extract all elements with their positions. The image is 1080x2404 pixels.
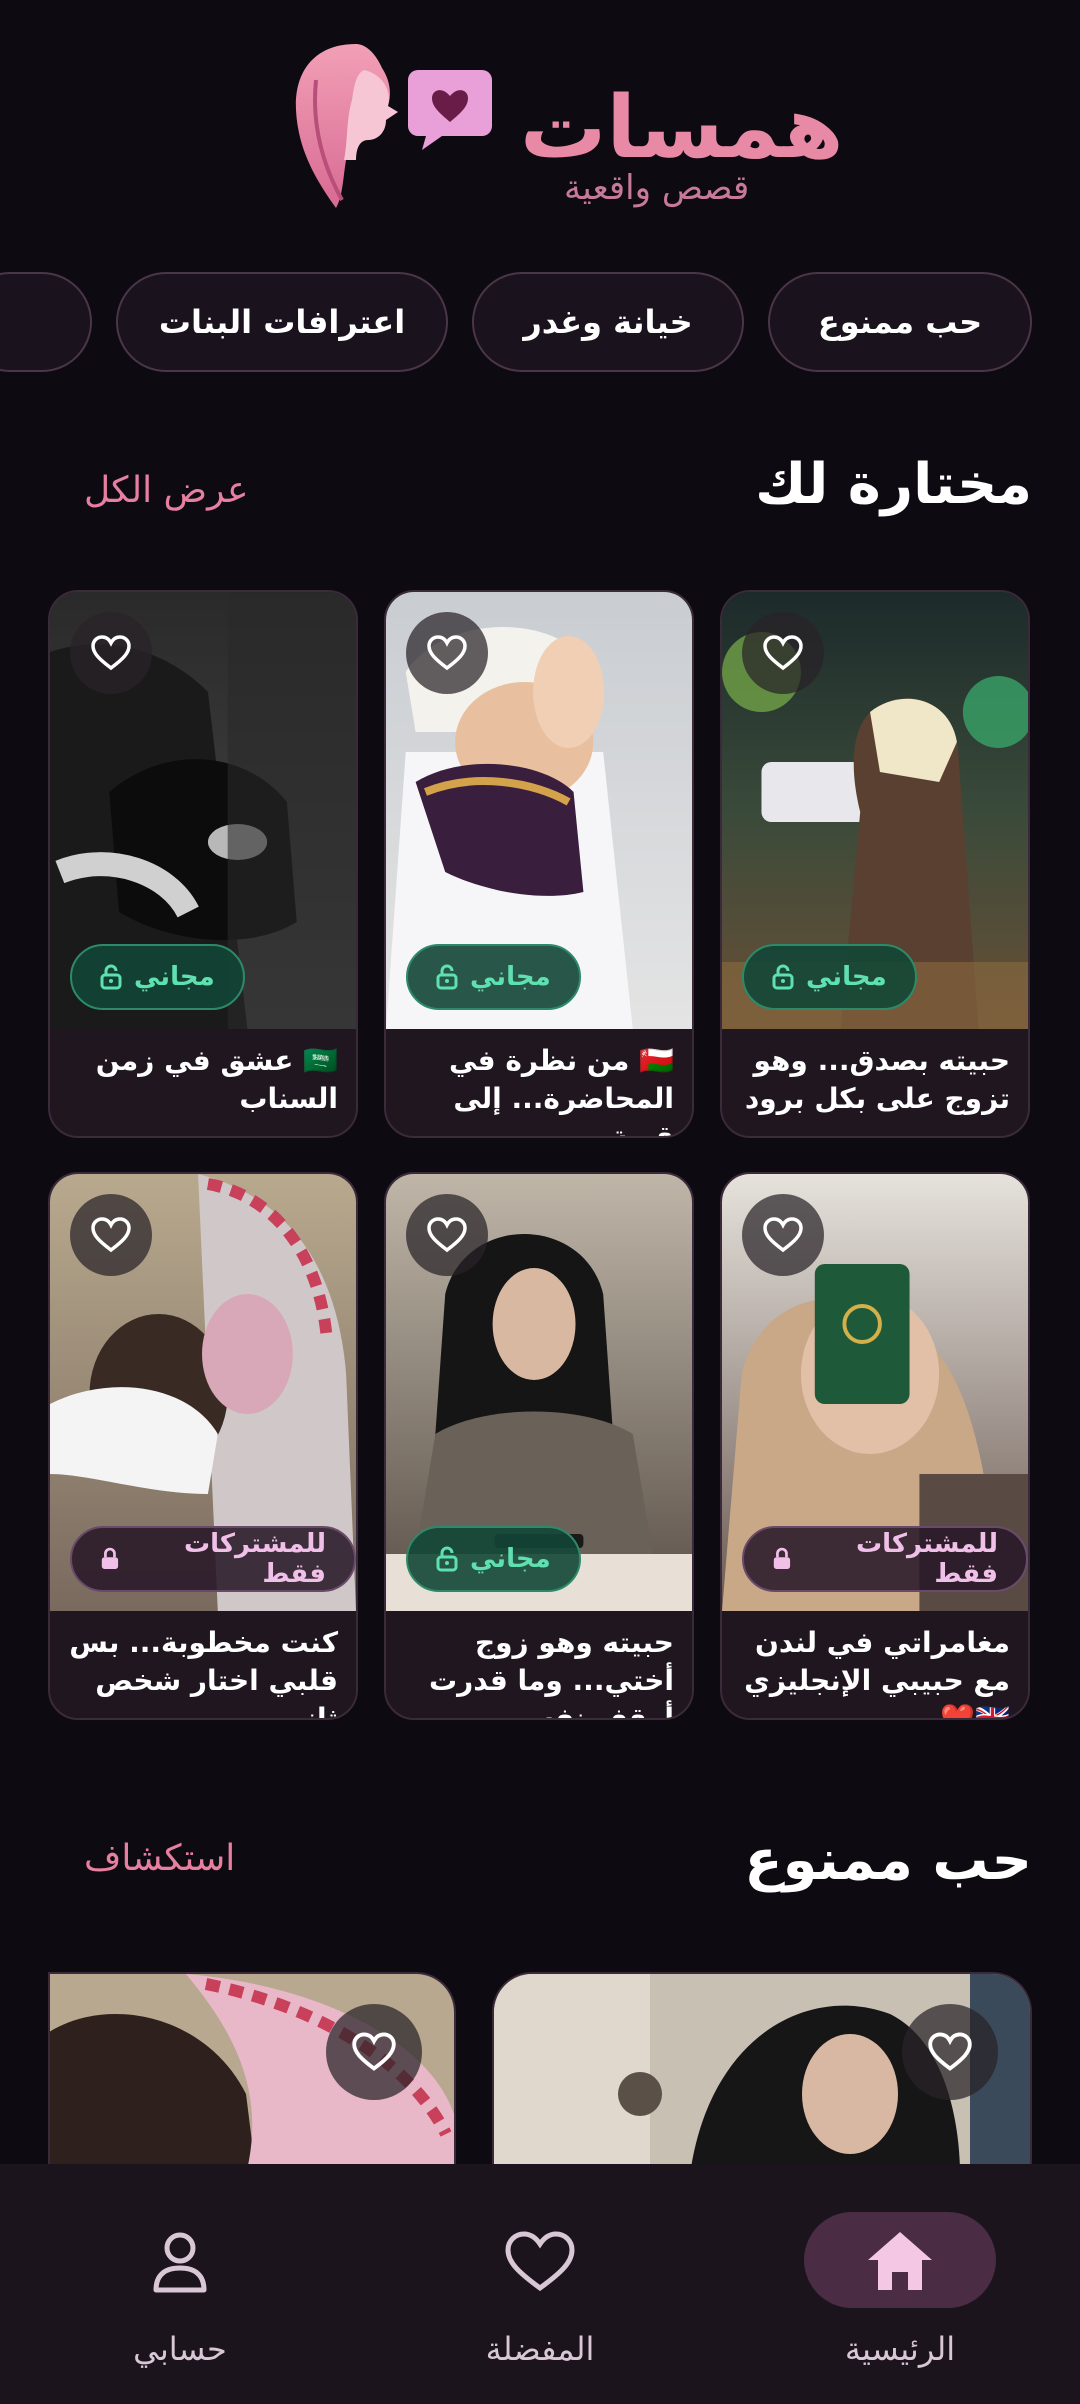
heart-outline-icon <box>928 2032 972 2071</box>
heart-outline-icon <box>91 1217 131 1253</box>
featured-section-title: مختارة لك <box>755 452 1032 517</box>
forbidden-love-section-title: حب ممنوع <box>744 1828 1032 1893</box>
bottom-navigation: الرئيسية المفضلة حسابي <box>0 2164 1080 2404</box>
subscribers-only-badge: للمشتركات فقط <box>742 1526 1028 1592</box>
app-subtitle: قصص واقعية <box>564 168 750 208</box>
nav-favorites-label: المفضلة <box>485 2330 595 2368</box>
free-badge: مجاني <box>406 944 581 1010</box>
free-badge: مجاني <box>742 944 917 1010</box>
unlock-icon <box>100 964 122 990</box>
favorite-button[interactable] <box>70 612 152 694</box>
chip-forbidden-love[interactable]: حب ممنوع <box>768 272 1032 372</box>
nav-home[interactable]: الرئيسية <box>780 2204 1020 2384</box>
chip-betrayal[interactable]: خيانة وغدر <box>472 272 744 372</box>
heart-outline-icon <box>763 635 803 671</box>
category-chips: حب ممنوع خيانة وغدر اعترافات البنات <box>0 272 1080 376</box>
lock-icon <box>773 1547 791 1569</box>
woman-profile-logo-icon <box>295 44 398 208</box>
story-title: حبيته بصدق... وهو تزوج على بكل برود <box>744 1044 1010 1115</box>
free-badge: مجاني <box>406 1526 581 1592</box>
unlock-icon <box>436 1546 458 1572</box>
story-card[interactable]: للمشتركات فقط مغامراتي في لندن مع حبيبي … <box>720 1172 1030 1720</box>
big-story-card[interactable] <box>492 1972 1032 2172</box>
favorite-button[interactable] <box>406 1194 488 1276</box>
favorite-button[interactable] <box>902 2004 998 2100</box>
view-all-link[interactable]: عرض الكل <box>84 470 248 511</box>
heart-outline-icon <box>505 2231 575 2292</box>
subscribers-only-badge: للمشتركات فقط <box>70 1526 356 1592</box>
favorite-button[interactable] <box>742 612 824 694</box>
unlock-icon <box>436 964 458 990</box>
app-logo: همسات قصص واقعية <box>0 40 1080 220</box>
heart-bubble-logo-icon <box>408 70 492 150</box>
chip-girls-confessions[interactable]: اعترافات البنات <box>116 272 448 372</box>
favorite-button[interactable] <box>70 1194 152 1276</box>
home-icon <box>868 2232 932 2290</box>
nav-account-label: حسابي <box>133 2330 227 2368</box>
explore-link[interactable]: استكشاف <box>84 1838 235 1879</box>
favorite-button[interactable] <box>406 612 488 694</box>
story-title: مغامراتي في لندن مع حبيبي الإنجليزي 🇬🇧❤️ <box>744 1626 1010 1720</box>
story-title: 🇴🇲 من نظرة في المحاضرة... إلى قصة <box>448 1044 674 1138</box>
nav-favorites[interactable]: المفضلة <box>420 2204 660 2384</box>
lock-icon <box>101 1547 119 1569</box>
story-card[interactable]: مجاني 🇴🇲 من نظرة في المحاضرة... إلى قصة <box>384 590 694 1138</box>
nav-account[interactable]: حسابي <box>60 2204 300 2384</box>
free-badge: مجاني <box>70 944 245 1010</box>
favorite-button[interactable] <box>326 2004 422 2100</box>
story-card[interactable]: مجاني 🇸🇦 عشق في زمن السناب <box>48 590 358 1138</box>
heart-outline-icon <box>427 1217 467 1253</box>
nav-home-label: الرئيسية <box>844 2330 956 2368</box>
story-card[interactable]: مجاني حبيته وهو زوج أختي... وما قدرت أوق… <box>384 1172 694 1720</box>
chip-partial[interactable] <box>0 272 92 372</box>
favorite-button[interactable] <box>742 1194 824 1276</box>
heart-outline-icon <box>352 2032 396 2071</box>
heart-outline-icon <box>427 635 467 671</box>
story-title: كنت مخطوبة... بس قلبي اختار شخص ثاني <box>69 1626 338 1720</box>
story-card[interactable]: مجاني حبيته بصدق... وهو تزوج على بكل برو… <box>720 590 1030 1138</box>
heart-outline-icon <box>763 1217 803 1253</box>
story-title: حبيته وهو زوج أختي... وما قدرت أوقف نفسي… <box>429 1626 674 1720</box>
person-icon <box>153 2232 207 2293</box>
story-card[interactable]: للمشتركات فقط كنت مخطوبة... بس قلبي اختا… <box>48 1172 358 1720</box>
story-title: 🇸🇦 عشق في زمن السناب <box>95 1044 338 1115</box>
big-story-card[interactable] <box>48 1972 456 2172</box>
app-title: همسات <box>520 78 844 178</box>
heart-outline-icon <box>91 635 131 671</box>
unlock-icon <box>772 964 794 990</box>
